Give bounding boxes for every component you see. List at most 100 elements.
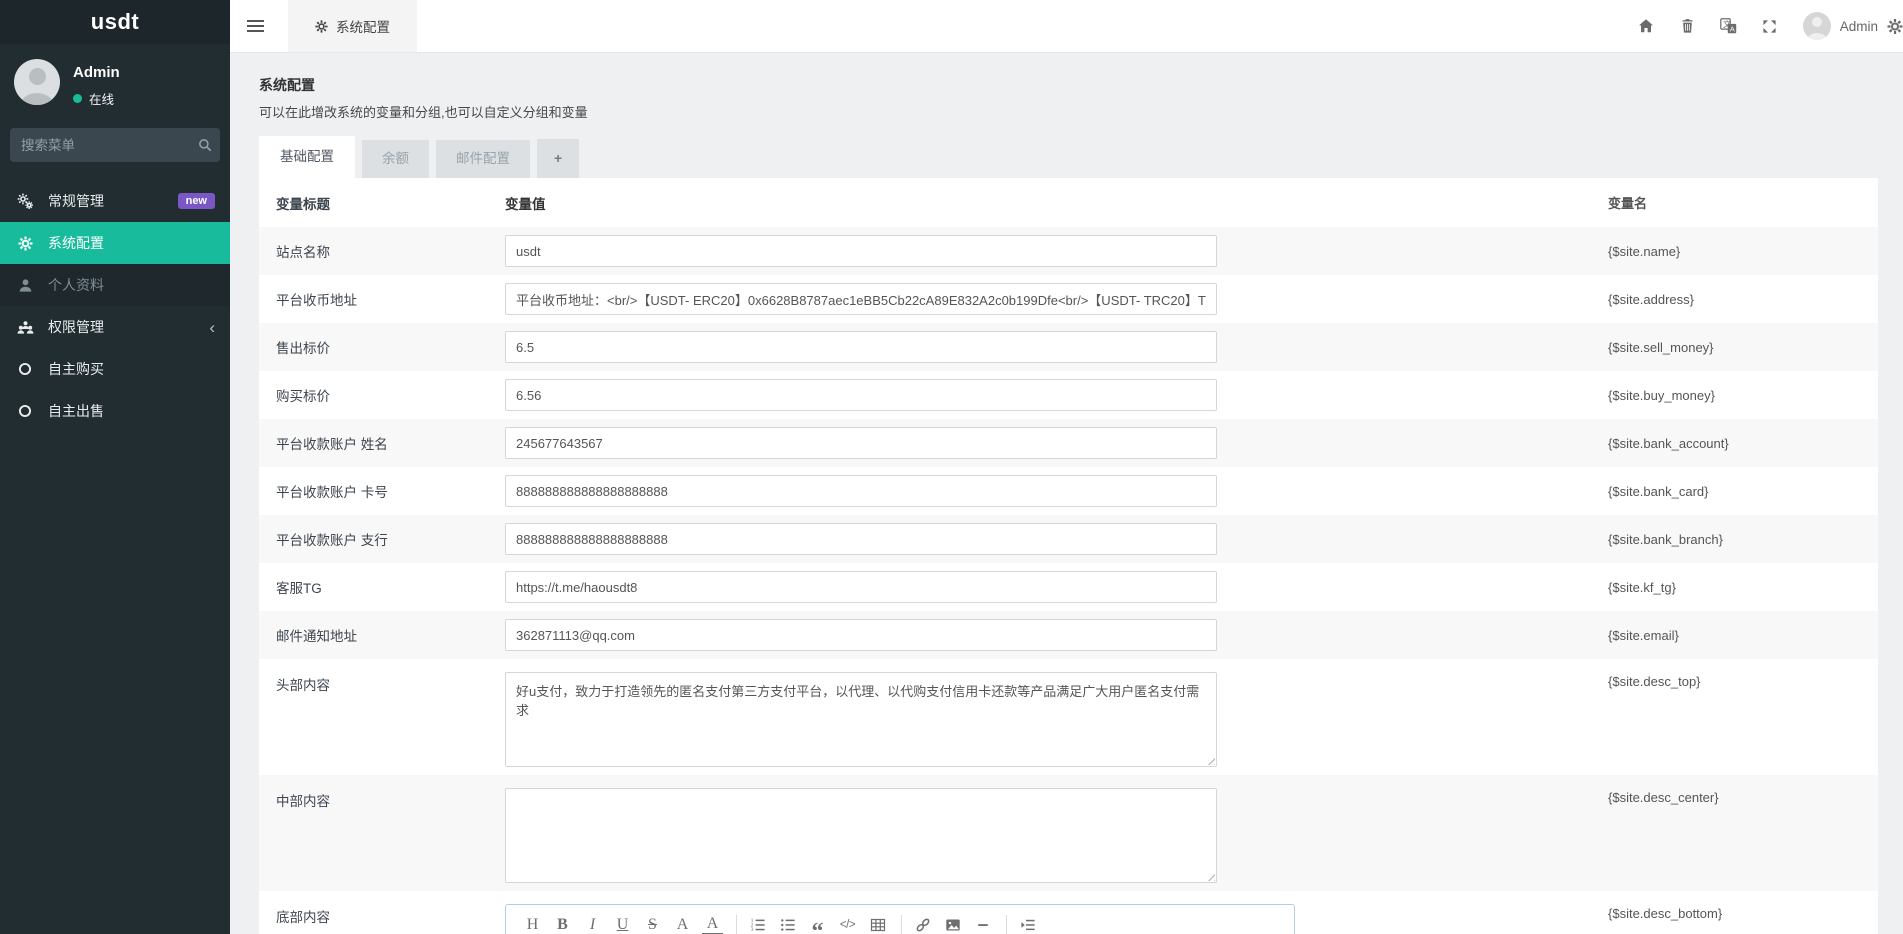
desc-center-textarea[interactable] <box>505 788 1217 884</box>
menu-search-input[interactable] <box>21 137 198 153</box>
variable-name: {$site.bank_branch} <box>1608 531 1723 547</box>
row-title: 中部内容 <box>276 794 330 810</box>
row-title: 底部内容 <box>276 910 330 926</box>
link-icon[interactable] <box>912 914 933 934</box>
table-row: 邮件通知地址 {$site.email} <box>259 611 1878 660</box>
row-title: 客服TG <box>276 581 322 597</box>
bank-account-input[interactable] <box>505 427 1217 460</box>
toolbar-divider <box>901 914 902 934</box>
tab-balance[interactable]: 余额 <box>362 140 429 179</box>
user-avatar <box>14 59 60 105</box>
buy-price-input[interactable] <box>505 379 1217 412</box>
fullscreen-icon[interactable] <box>1749 0 1790 52</box>
add-tab-button[interactable]: + <box>537 139 580 179</box>
tab-basic-config[interactable]: 基础配置 <box>259 136 355 179</box>
home-icon[interactable] <box>1626 0 1667 52</box>
sidebar-item-system-config[interactable]: 系统配置 <box>0 222 230 264</box>
variable-name: {$site.desc_center} <box>1608 790 1719 806</box>
italic-button[interactable]: I <box>582 914 603 934</box>
variable-name: {$site.sell_money} <box>1608 339 1714 355</box>
variable-name: {$site.desc_bottom} <box>1608 906 1723 922</box>
font-size-button[interactable]: A <box>672 914 693 934</box>
variable-name: {$site.address} <box>1608 291 1695 307</box>
variable-name: {$site.email} <box>1608 627 1679 643</box>
ordered-list-icon[interactable]: 123 <box>747 914 768 934</box>
image-icon[interactable] <box>942 914 963 934</box>
sell-price-input[interactable] <box>505 331 1217 364</box>
font-color-button[interactable]: A <box>702 915 723 934</box>
row-title: 平台收款账户 支行 <box>276 533 388 549</box>
user-status: 在线 <box>73 89 120 108</box>
main-area: 系统配置 文 A Admin 系统配置 可以在此增改系统的变量和分组,也可以自定… <box>230 0 1903 934</box>
circle-icon <box>15 404 35 418</box>
sidebar-item-self-sell[interactable]: 自主出售 <box>0 390 230 432</box>
variable-name: {$site.buy_money} <box>1608 387 1715 403</box>
email-input[interactable] <box>505 619 1217 652</box>
site-name-input[interactable] <box>505 235 1217 268</box>
support-tg-input[interactable] <box>505 571 1217 604</box>
bank-card-input[interactable] <box>505 475 1217 508</box>
config-table: 变量标题 变量值 变量名 站点名称 {$site.name} 平台收币地址 {$… <box>259 178 1878 934</box>
table-row: 站点名称 {$site.name} <box>259 227 1878 276</box>
row-title: 平台收款账户 卡号 <box>276 485 388 501</box>
user-name: Admin <box>73 64 120 81</box>
tab-label: 系统配置 <box>336 20 390 35</box>
gear-icon <box>315 19 328 33</box>
sidebar: usdt Admin 在线 常规管理 new <box>0 0 230 934</box>
chevron-left-icon: ‹ <box>209 317 215 337</box>
sidebar-item-label: 系统配置 <box>48 235 104 251</box>
search-icon[interactable] <box>198 138 212 152</box>
brand-logo: usdt <box>0 0 230 44</box>
new-badge: new <box>177 193 215 209</box>
bold-button[interactable]: B <box>552 914 573 934</box>
variable-name: {$site.desc_top} <box>1608 674 1701 690</box>
editor-toolbar: H B I U S A A 123 “ </> <box>506 905 1294 934</box>
sidebar-item-self-buy[interactable]: 自主购买 <box>0 348 230 390</box>
sidebar-item-permissions[interactable]: 权限管理 ‹ <box>0 306 230 348</box>
open-tab-system-config[interactable]: 系统配置 <box>288 0 417 52</box>
table-icon[interactable] <box>867 914 888 934</box>
trash-icon[interactable] <box>1667 0 1708 52</box>
topbar-user-name: Admin <box>1839 18 1878 34</box>
table-row: 平台收款账户 姓名 {$site.bank_account} <box>259 419 1878 468</box>
code-icon[interactable]: </> <box>837 914 858 934</box>
table-row: 头部内容 好u支付，致力于打造领先的匿名支付第三方支付平台，以代理、以代购支付信… <box>259 659 1878 775</box>
sidebar-search <box>10 128 220 162</box>
page-title: 系统配置 <box>259 77 315 93</box>
strikethrough-button[interactable]: S <box>642 914 663 934</box>
unordered-list-icon[interactable] <box>777 914 798 934</box>
user-panel: Admin 在线 <box>0 44 230 118</box>
sidebar-toggle-icon[interactable] <box>230 0 276 52</box>
row-title: 售出标价 <box>276 341 330 357</box>
site-address-input[interactable] <box>505 283 1217 316</box>
variable-name: {$site.kf_tg} <box>1608 579 1676 595</box>
table-row: 中部内容 {$site.desc_center} <box>259 775 1878 892</box>
toolbar-divider <box>1006 914 1007 934</box>
sidebar-item-general-management[interactable]: 常规管理 new <box>0 180 230 222</box>
circle-icon <box>15 362 35 376</box>
topbar-right: 文 A Admin <box>1626 0 1903 52</box>
sidebar-item-label: 常规管理 <box>48 193 104 209</box>
underline-button[interactable]: U <box>612 914 633 934</box>
desc-top-textarea[interactable]: 好u支付，致力于打造领先的匿名支付第三方支付平台，以代理、以代购支付信用卡还款等… <box>505 672 1217 768</box>
sidebar-item-label: 个人资料 <box>48 277 104 293</box>
blockquote-icon[interactable]: “ <box>807 914 828 934</box>
variable-name: {$site.bank_card} <box>1608 483 1709 499</box>
table-header-row: 变量标题 变量值 变量名 <box>259 178 1878 227</box>
translate-icon[interactable]: 文 A <box>1708 0 1749 52</box>
indent-icon[interactable] <box>1017 914 1038 934</box>
row-title: 邮件通知地址 <box>276 629 357 645</box>
page-content: 系统配置 可以在此增改系统的变量和分组,也可以自定义分组和变量 基础配置 余额 … <box>230 53 1903 934</box>
gear-icon[interactable] <box>1887 18 1903 35</box>
row-title: 平台收款账户 姓名 <box>276 437 388 453</box>
heading-button[interactable]: H <box>522 914 543 934</box>
bank-branch-input[interactable] <box>505 523 1217 556</box>
tab-mail-config[interactable]: 邮件配置 <box>436 140 530 179</box>
row-title: 平台收币地址 <box>276 293 357 309</box>
variable-name: {$site.name} <box>1608 243 1681 259</box>
user-icon <box>15 278 35 293</box>
topbar-user-menu[interactable]: Admin <box>1790 12 1887 40</box>
horizontal-rule-icon[interactable] <box>972 914 993 934</box>
sidebar-item-profile[interactable]: 个人资料 <box>0 264 230 306</box>
config-tabs: 基础配置 余额 邮件配置 + <box>259 136 1878 179</box>
